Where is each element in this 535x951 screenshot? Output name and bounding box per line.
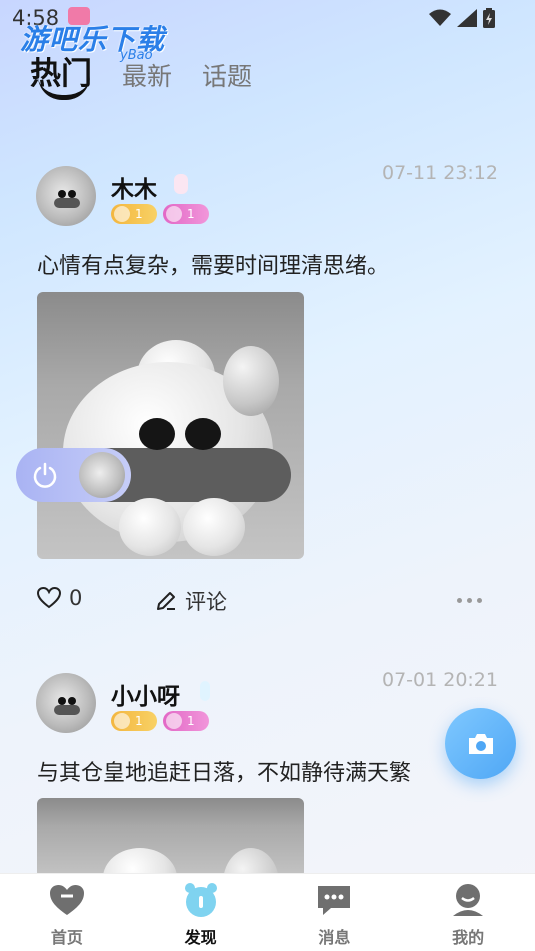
post-image[interactable] <box>37 292 304 559</box>
battery-icon <box>483 8 495 28</box>
heart-icon <box>37 587 61 609</box>
post-username[interactable]: 木木 <box>111 170 157 204</box>
post-text: 心情有点复杂，需要时间理清思绪。 <box>37 254 390 279</box>
more-options-icon[interactable] <box>457 598 482 603</box>
bottom-nav: 首页 发现 消息 我的 <box>0 873 535 951</box>
level-badge: 1 <box>111 204 157 224</box>
post-image[interactable] <box>37 798 304 878</box>
nav-profile-label: 我的 <box>452 928 485 947</box>
level-badge: 1 <box>111 711 157 731</box>
post-time: 07-11 23:12 <box>381 162 498 184</box>
active-tab-indicator <box>38 76 90 100</box>
post-text: 与其仓皇地追赶日落，不如静待满天繁 <box>37 761 412 786</box>
like-count: 0 <box>69 586 83 610</box>
camera-icon <box>468 733 493 754</box>
feed-tabs: 热门 最新 话题 <box>30 48 282 100</box>
comment-label: 评论 <box>185 590 227 614</box>
tab-topics[interactable]: 话题 <box>202 57 252 93</box>
nav-profile[interactable]: 我的 <box>401 874 535 951</box>
nav-discover-label: 发现 <box>184 928 217 947</box>
camera-button[interactable] <box>445 708 516 779</box>
avatar[interactable] <box>36 166 96 226</box>
power-icon <box>33 462 57 488</box>
nav-messages[interactable]: 消息 <box>268 874 402 951</box>
profile-icon <box>453 884 484 916</box>
nav-discover[interactable]: 发现 <box>134 874 268 951</box>
vip-badge: 1 <box>163 711 209 731</box>
nav-home[interactable]: 首页 <box>0 874 134 951</box>
avatar[interactable] <box>36 673 96 733</box>
vip-badge: 1 <box>163 204 209 224</box>
nav-messages-label: 消息 <box>318 928 351 947</box>
like-button[interactable]: 0 <box>37 586 82 610</box>
floating-avatar <box>79 452 125 498</box>
discover-icon <box>184 883 217 917</box>
tab-hot[interactable]: 热门 <box>30 48 92 100</box>
comment-button[interactable]: 评论 <box>155 586 227 616</box>
post-username[interactable]: 小小呀 <box>111 677 180 711</box>
name-tag-icon <box>200 681 210 701</box>
wifi-icon <box>429 9 451 26</box>
signal-icon <box>457 9 477 27</box>
message-icon <box>318 886 351 915</box>
post-card[interactable]: 木木 1 1 07-11 23:12 心情有点复杂，需要时间理清思绪。 0 评论 <box>0 150 535 650</box>
pencil-icon <box>157 592 175 610</box>
name-tag-icon <box>174 174 188 194</box>
home-icon <box>49 885 84 915</box>
floating-toggle[interactable] <box>16 448 131 502</box>
post-time: 07-01 20:21 <box>381 669 498 691</box>
tab-latest[interactable]: 最新 <box>122 57 172 93</box>
nav-home-label: 首页 <box>50 928 83 947</box>
